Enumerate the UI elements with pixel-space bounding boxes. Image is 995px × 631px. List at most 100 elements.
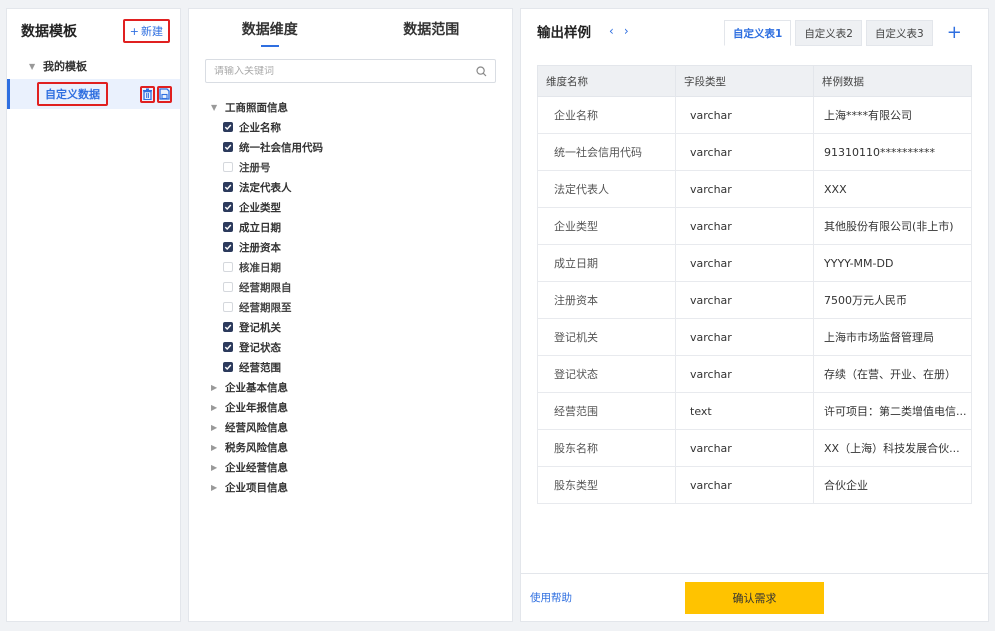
cell-field-type: varchar [675,318,814,356]
table-row: 股东名称 varchar XX（上海）科技发展合伙... [537,429,972,467]
cell-sample-data: 91310110********** [813,133,972,171]
help-link[interactable]: 使用帮助 [530,590,572,605]
dimension-panel: 数据维度 数据范围 ▼ 工商照面信息企业名称统一社会信用代码注册号法定代表人企业类… [188,8,513,622]
cell-dimension-name: 股东名称 [537,429,676,467]
my-templates-node[interactable]: ▼ 我的模板 [7,53,180,79]
dimension-field-label: 企业名称 [239,121,281,134]
cell-dimension-name: 经营范围 [537,392,676,430]
dimension-field[interactable]: 法定代表人 [211,177,512,197]
search-icon[interactable] [476,65,487,77]
table-row: 注册资本 varchar 7500万元人民币 [537,281,972,319]
dimension-field[interactable]: 经营期限至 [211,297,512,317]
tab-custom-table-3[interactable]: 自定义表3 [866,20,933,46]
cell-sample-data: XXX [813,170,972,208]
table-row: 企业名称 varchar 上海****有限公司 [537,96,972,134]
cell-field-type: varchar [675,96,814,134]
dimension-group-label: 经营风险信息 [225,421,288,434]
cell-sample-data: XX（上海）科技发展合伙... [813,429,972,467]
column-header-dimension: 维度名称 [537,65,676,97]
dimension-field-label: 经营范围 [239,361,281,374]
dimension-field[interactable]: 注册资本 [211,237,512,257]
dimension-group[interactable]: ▶ 企业经营信息 [211,457,512,477]
caret-right-icon: ▶ [211,402,218,412]
dimension-group[interactable]: ▼ 工商照面信息 [211,97,512,117]
dimension-field[interactable]: 注册号 [211,157,512,177]
dimension-group[interactable]: ▶ 企业项目信息 [211,477,512,497]
checkbox-unchecked-icon[interactable] [223,302,233,312]
cell-dimension-name: 股东类型 [537,466,676,504]
table-row: 登记机关 varchar 上海市市场监督管理局 [537,318,972,356]
cell-sample-data: YYYY-MM-DD [813,244,972,282]
tab-data-dimension[interactable]: 数据维度 [189,9,351,49]
tab-data-range-label: 数据范围 [403,22,460,38]
checkbox-checked-icon[interactable] [223,202,233,212]
dimension-field[interactable]: 企业类型 [211,197,512,217]
dimension-group-label: 企业经营信息 [225,461,288,474]
checkbox-checked-icon[interactable] [223,242,233,252]
chevron-right-icon[interactable]: › [624,24,629,38]
dimension-field[interactable]: 经营范围 [211,357,512,377]
dimension-field[interactable]: 成立日期 [211,217,512,237]
dimension-field[interactable]: 登记机关 [211,317,512,337]
sample-table-container: 维度名称 字段类型 样例数据 企业名称 varchar 上海****有限公司 统一社会… [537,65,972,504]
dimension-tabs: 数据维度 数据范围 [189,9,512,49]
output-footer: 使用帮助 确认需求 [521,573,988,621]
checkbox-unchecked-icon[interactable] [223,162,233,172]
cell-dimension-name: 登记机关 [537,318,676,356]
checkbox-unchecked-icon[interactable] [223,282,233,292]
my-templates-label: 我的模板 [43,60,87,73]
checkbox-unchecked-icon[interactable] [223,262,233,272]
tab-custom-table-1[interactable]: 自定义表1 [724,20,792,46]
dimension-field[interactable]: 企业名称 [211,117,512,137]
dimension-group[interactable]: ▶ 经营风险信息 [211,417,512,437]
checkbox-checked-icon[interactable] [223,322,233,332]
chevron-left-icon[interactable]: ‹ [609,24,614,38]
delete-template-button[interactable] [140,85,155,103]
cell-sample-data: 上海****有限公司 [813,96,972,134]
caret-right-icon: ▶ [211,382,218,392]
template-item-actions [140,85,172,103]
tab-data-range[interactable]: 数据范围 [351,9,513,49]
new-template-button[interactable]: + 新建 [122,19,170,43]
new-template-label: 新建 [141,25,163,38]
dimension-field-label: 经营期限自 [239,281,292,294]
confirm-request-button[interactable]: 确认需求 [685,582,824,614]
cell-sample-data: 存续（在营、开业、在册） [813,355,972,393]
checkbox-checked-icon[interactable] [223,182,233,192]
dimension-field[interactable]: 核准日期 [211,257,512,277]
dimension-group[interactable]: ▶ 企业年报信息 [211,397,512,417]
checkbox-checked-icon[interactable] [223,362,233,372]
cell-dimension-name: 法定代表人 [537,170,676,208]
cell-dimension-name: 统一社会信用代码 [537,133,676,171]
dimension-field-label: 登记机关 [239,321,281,334]
checkbox-checked-icon[interactable] [223,142,233,152]
dimension-field[interactable]: 统一社会信用代码 [211,137,512,157]
cell-dimension-name: 企业名称 [537,96,676,134]
table-row: 经营范围 text 许可项目：第二类增值电信... [537,392,972,430]
dimension-field-label: 经营期限至 [239,301,292,314]
table-row: 成立日期 varchar YYYY-MM-DD [537,244,972,282]
dimension-group[interactable]: ▶ 企业基本信息 [211,377,512,397]
cell-field-type: varchar [675,170,814,208]
dimension-field-label: 注册号 [239,161,271,174]
tab-custom-table-2[interactable]: 自定义表2 [795,20,862,46]
column-header-sample: 样例数据 [813,65,972,97]
checkbox-checked-icon[interactable] [223,122,233,132]
tab-data-dimension-label: 数据维度 [241,22,298,38]
output-sample-title: 输出样例 [537,25,591,41]
dimension-field[interactable]: 经营期限自 [211,277,512,297]
save-icon [159,88,170,100]
checkbox-checked-icon[interactable] [223,342,233,352]
save-template-button[interactable] [157,85,172,103]
keyword-search-input[interactable] [214,65,454,77]
template-item-selected[interactable]: 自定义数据 [7,79,180,109]
dimension-group-label: 企业基本信息 [225,381,288,394]
template-panel: 数据模板 + 新建 ▼ 我的模板 自定义数据 [6,8,181,622]
add-table-icon[interactable]: + [947,24,962,42]
caret-right-icon: ▶ [211,442,218,452]
cell-sample-data: 许可项目：第二类增值电信... [813,392,972,430]
dimension-field[interactable]: 登记状态 [211,337,512,357]
checkbox-checked-icon[interactable] [223,222,233,232]
dimension-group-label: 税务风险信息 [225,441,288,454]
dimension-group[interactable]: ▶ 税务风险信息 [211,437,512,457]
